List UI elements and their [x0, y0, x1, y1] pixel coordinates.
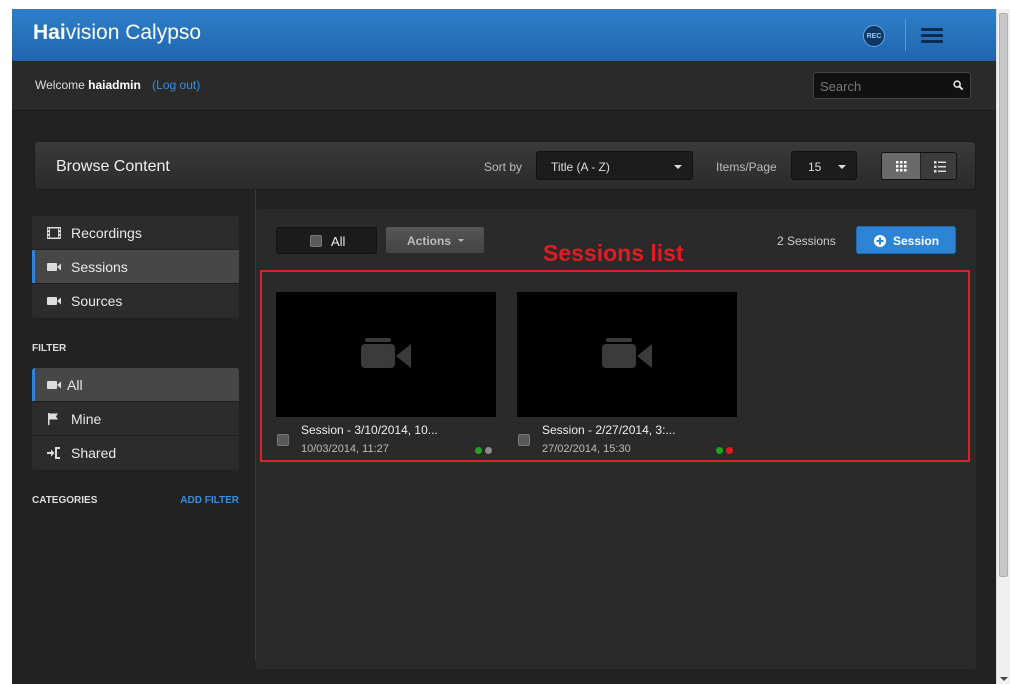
share-icon [47, 447, 60, 459]
session-title[interactable]: Session - 2/27/2014, 3:... [542, 423, 675, 437]
list-icon [934, 161, 946, 173]
filter-item-label: Shared [71, 445, 117, 461]
session-date: 10/03/2014, 11:27 [301, 443, 389, 455]
brand-logo[interactable]: Haivision Calypso [33, 21, 201, 45]
chevron-down-icon [458, 239, 464, 242]
grid-icon [896, 161, 907, 172]
search-box [813, 72, 971, 99]
chevron-down-icon [674, 165, 682, 169]
flag-icon [48, 413, 58, 425]
list-view-button[interactable] [920, 153, 956, 179]
brand-name: vision Calypso [65, 21, 202, 44]
session-checkbox[interactable] [277, 434, 289, 446]
browse-header: Browse Content Sort by Title (A - Z) Ite… [34, 141, 976, 190]
sessions-count: 2 Sessions [777, 234, 836, 248]
categories-heading: CATEGORIES [32, 495, 98, 506]
sidebar-item-sources[interactable]: Sources [32, 284, 239, 318]
video-camera-icon [361, 338, 411, 368]
film-icon [47, 227, 61, 239]
sidebar: Recordings Sessions Sources FILTER All M… [32, 216, 239, 509]
categories-row: CATEGORIES ADD FILTER [32, 495, 239, 509]
items-per-page-label: Items/Page [716, 160, 777, 174]
page-title: Browse Content [56, 158, 170, 175]
sort-value: Title (A - Z) [551, 160, 610, 174]
session-thumbnail[interactable] [517, 292, 737, 417]
record-button[interactable]: REC [863, 25, 885, 47]
sessions-panel: All Actions Sessions list 2 Sessions Ses… [256, 209, 976, 669]
filter-heading: FILTER [32, 343, 67, 354]
session-card[interactable]: Session - 3/10/2014, 10... 10/03/2014, 1… [276, 292, 496, 462]
video-camera-icon [47, 381, 61, 389]
sidebar-item-label: Sources [71, 293, 123, 309]
status-dot [475, 447, 482, 454]
status-dot [485, 447, 492, 454]
app-window: Haivision Calypso REC Welcome haiadmin (… [12, 9, 996, 684]
filter-item-shared[interactable]: Shared [32, 436, 239, 470]
user-bar: Welcome haiadmin (Log out) [12, 61, 996, 111]
status-dot [726, 447, 733, 454]
status-dot [716, 447, 723, 454]
add-session-label: Session [893, 234, 940, 248]
select-all-button[interactable]: All [276, 227, 377, 254]
session-date: 27/02/2014, 15:30 [542, 443, 631, 455]
search-icon[interactable] [953, 80, 964, 91]
add-session-button[interactable]: Session [856, 226, 956, 254]
username: haiadmin [88, 78, 141, 92]
view-toggle [881, 152, 957, 180]
filter-item-mine[interactable]: Mine [32, 402, 239, 436]
filter-nav: All Mine Shared [32, 368, 239, 470]
page-scrollbar[interactable] [996, 9, 1010, 684]
sidebar-item-sessions[interactable]: Sessions [32, 250, 239, 284]
select-all-checkbox[interactable] [310, 235, 322, 247]
welcome-prefix: Welcome [35, 78, 85, 92]
hamburger-menu-icon[interactable] [921, 28, 943, 44]
plus-circle-icon [874, 235, 886, 247]
filter-item-all[interactable]: All [32, 368, 239, 402]
scrollbar-thumb[interactable] [999, 13, 1008, 577]
items-per-page-dropdown[interactable]: 15 [791, 151, 857, 180]
video-camera-icon [602, 338, 652, 368]
content-type-nav: Recordings Sessions Sources [32, 216, 239, 318]
actions-label: Actions [407, 234, 452, 248]
topbar-divider [905, 19, 906, 51]
search-input[interactable] [820, 77, 940, 95]
filter-item-label: All [67, 377, 83, 393]
top-bar: Haivision Calypso REC [12, 9, 996, 61]
session-thumbnail[interactable] [276, 292, 496, 417]
scroll-down-arrow-icon[interactable] [1000, 677, 1008, 681]
filter-item-label: Mine [71, 411, 102, 427]
sidebar-item-label: Sessions [71, 259, 128, 275]
grid-view-button[interactable] [882, 153, 920, 179]
sidebar-item-recordings[interactable]: Recordings [32, 216, 239, 250]
add-filter-link[interactable]: ADD FILTER [180, 495, 239, 506]
session-card[interactable]: Session - 2/27/2014, 3:... 27/02/2014, 1… [517, 292, 737, 462]
annotation-label: Sessions list [543, 240, 684, 266]
video-camera-icon [47, 263, 61, 271]
session-checkbox[interactable] [518, 434, 530, 446]
select-all-label: All [331, 234, 346, 249]
session-title[interactable]: Session - 3/10/2014, 10... [301, 423, 438, 437]
logout-link[interactable]: (Log out) [152, 78, 200, 92]
sort-label: Sort by [484, 160, 523, 174]
items-per-page-value: 15 [808, 160, 822, 174]
welcome-text: Welcome haiadmin (Log out) [35, 78, 200, 92]
video-camera-icon [47, 297, 61, 305]
actions-dropdown-button[interactable]: Actions [385, 226, 485, 254]
browser-viewport: Haivision Calypso REC Welcome haiadmin (… [0, 0, 1010, 684]
sidebar-item-label: Recordings [71, 225, 142, 241]
sort-dropdown[interactable]: Title (A - Z) [536, 151, 693, 180]
chevron-down-icon [838, 165, 846, 169]
brand-bold: Hai [33, 21, 66, 44]
